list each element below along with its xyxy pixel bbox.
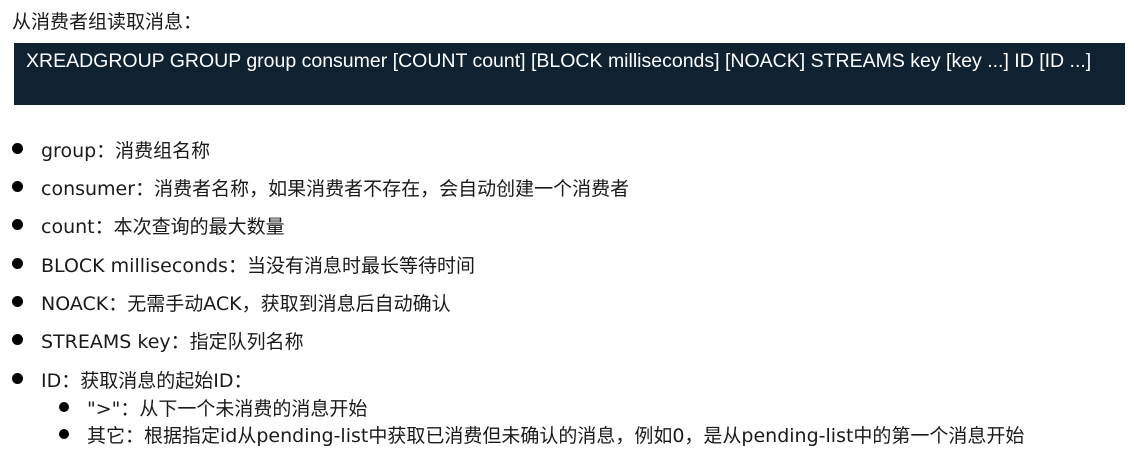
- bullet-icon: [59, 401, 69, 412]
- list-item-block: BLOCK milliseconds：当没有消息时最长等待时间: [12, 252, 475, 278]
- bullet-icon: [12, 258, 23, 269]
- bullet-icon: [12, 296, 23, 307]
- sub-item-text: ">"：从下一个未消费的消息开始: [87, 397, 368, 420]
- bullet-icon: [59, 428, 69, 439]
- list-item-noack: NOACK：无需手动ACK，获取到消息后自动确认: [12, 290, 451, 316]
- sub-item-text: 其它：根据指定id从pending-list中获取已消费但未确认的消息，例如0，…: [87, 424, 1025, 447]
- code-text: XREADGROUP GROUP group consumer [COUNT c…: [26, 50, 1092, 72]
- sub-item-pending-list: 其它：根据指定id从pending-list中获取已消费但未确认的消息，例如0，…: [59, 422, 1024, 448]
- list-item-text: ID：获取消息的起始ID：: [41, 369, 253, 392]
- list-item-text: STREAMS key：指定队列名称: [41, 330, 304, 353]
- sub-item-new-messages: ">"：从下一个未消费的消息开始: [59, 395, 367, 421]
- list-item-text: count：本次查询的最大数量: [41, 215, 285, 238]
- list-item-count: count：本次查询的最大数量: [12, 213, 285, 239]
- code-block: XREADGROUP GROUP group consumer [COUNT c…: [14, 43, 1125, 105]
- bullet-icon: [12, 334, 23, 345]
- list-item-text: group：消费组名称: [41, 139, 211, 162]
- list-item-streams-key: STREAMS key：指定队列名称: [12, 328, 304, 354]
- list-item-group: group：消费组名称: [12, 137, 210, 163]
- intro-text: 从消费者组读取消息：: [12, 11, 203, 33]
- list-item-text: consumer：消费者名称，如果消费者不存在，会自动创建一个消费者: [41, 177, 630, 200]
- list-item-consumer: consumer：消费者名称，如果消费者不存在，会自动创建一个消费者: [12, 175, 629, 201]
- bullet-icon: [12, 373, 23, 384]
- bullet-icon: [12, 143, 23, 154]
- list-item-text: BLOCK milliseconds：当没有消息时最长等待时间: [41, 254, 475, 277]
- list-item-id: ID：获取消息的起始ID：: [12, 367, 252, 393]
- bullet-icon: [12, 181, 23, 192]
- bullet-icon: [12, 219, 23, 230]
- list-item-text: NOACK：无需手动ACK，获取到消息后自动确认: [41, 292, 451, 315]
